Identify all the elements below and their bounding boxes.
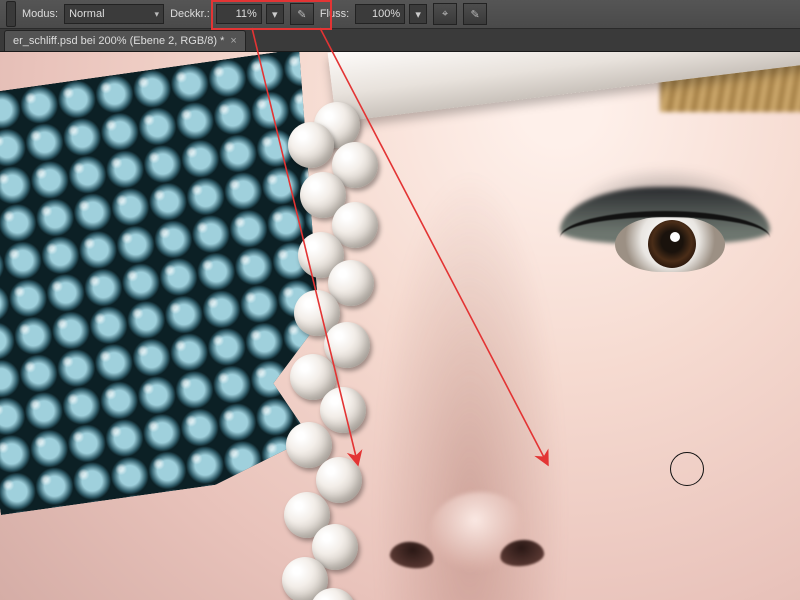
- mode-select[interactable]: Normal ▾: [64, 4, 164, 24]
- flow-flyout[interactable]: ▾: [409, 4, 427, 24]
- opacity-flyout[interactable]: ▾: [266, 4, 284, 24]
- options-bar-left-edge: [6, 1, 16, 27]
- pressure-for-opacity-button[interactable]: ✎: [290, 3, 314, 25]
- opacity-input[interactable]: 11%: [216, 4, 262, 24]
- flow-group: 100% ▾: [355, 4, 427, 24]
- chevron-down-icon: ▾: [272, 8, 278, 21]
- document-tab[interactable]: er_schliff.psd bei 200% (Ebene 2, RGB/8)…: [4, 30, 246, 51]
- opacity-label: Deckkr.:: [170, 8, 210, 20]
- options-bar: Modus: Normal ▾ Deckkr.: 11% ▾ ✎ Fluss: …: [0, 0, 800, 29]
- opacity-group: 11% ▾: [216, 4, 284, 24]
- document-image: [0, 52, 800, 600]
- airbrush-icon: ⌖: [442, 8, 448, 21]
- close-icon[interactable]: ×: [230, 35, 236, 47]
- brush-cursor: [670, 452, 704, 486]
- pressure-for-size-button[interactable]: ✎: [463, 3, 487, 25]
- opacity-value: 11%: [236, 8, 257, 20]
- document-canvas[interactable]: [0, 52, 800, 600]
- pen-pressure-icon: ✎: [297, 8, 306, 21]
- flow-label: Fluss:: [320, 8, 349, 20]
- image-pearls: [270, 102, 400, 600]
- chevron-down-icon: ▾: [155, 9, 160, 20]
- airbrush-button[interactable]: ⌖: [433, 3, 457, 25]
- flow-value: 100%: [372, 8, 400, 20]
- flow-input[interactable]: 100%: [355, 4, 405, 24]
- image-eye: [560, 187, 770, 282]
- chevron-down-icon: ▾: [415, 8, 421, 21]
- mode-label: Modus:: [22, 8, 58, 20]
- document-tab-title: er_schliff.psd bei 200% (Ebene 2, RGB/8)…: [13, 35, 224, 47]
- document-tab-bar: er_schliff.psd bei 200% (Ebene 2, RGB/8)…: [0, 29, 800, 52]
- pen-pressure-icon: ✎: [471, 8, 480, 21]
- mode-value: Normal: [69, 8, 104, 20]
